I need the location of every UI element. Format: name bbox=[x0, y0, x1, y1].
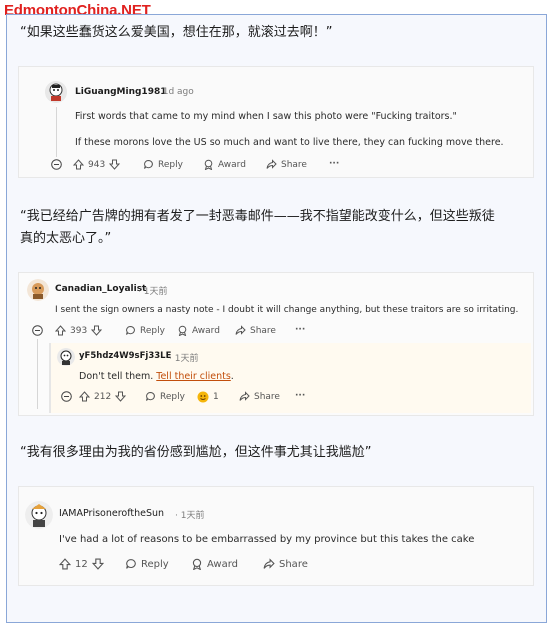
reply-icon bbox=[125, 325, 136, 336]
thread-line[interactable] bbox=[56, 107, 57, 157]
comment-time: · 1天前 bbox=[138, 287, 168, 297]
quote-2-line-2: 真的太恶心了。” bbox=[20, 231, 112, 246]
award-button[interactable]: Award bbox=[203, 159, 246, 170]
vote-controls: 393 bbox=[55, 325, 103, 336]
award-label: Award bbox=[218, 159, 246, 170]
reply-text-suffix: . bbox=[230, 371, 234, 382]
vote-controls: 212 bbox=[79, 391, 127, 402]
reply-button[interactable]: Reply bbox=[125, 325, 165, 336]
more-options-button[interactable]: ··· bbox=[295, 325, 305, 335]
downvote-icon[interactable] bbox=[115, 391, 127, 402]
collapse-button[interactable] bbox=[32, 325, 43, 336]
reply-icon bbox=[125, 558, 137, 570]
award-icon bbox=[191, 558, 203, 570]
quote-1: “如果这些蠢货这么爱美国，想住在那，就滚过去啊！” bbox=[20, 25, 333, 40]
reply-label: Reply bbox=[141, 558, 169, 570]
reply-username[interactable]: yF5hdz4W9sFj33LE bbox=[79, 351, 171, 361]
downvote-icon[interactable] bbox=[109, 159, 121, 170]
thread-line[interactable] bbox=[37, 339, 38, 409]
more-options-button[interactable]: ··· bbox=[329, 159, 339, 169]
reply-icon bbox=[145, 391, 156, 402]
share-button[interactable]: Share bbox=[235, 325, 276, 336]
share-icon bbox=[266, 159, 277, 170]
reply-label: Reply bbox=[160, 391, 185, 402]
award-count: 1 bbox=[213, 392, 219, 402]
comment-text-line-1: First words that came to my mind when I … bbox=[75, 111, 457, 122]
comment-time-text: 1天前 bbox=[143, 287, 168, 297]
award-label: Award bbox=[192, 325, 220, 336]
comment-text-line-2: If these morons love the US so much and … bbox=[75, 137, 504, 148]
reply-label: Reply bbox=[158, 159, 183, 170]
vote-count: 393 bbox=[70, 325, 88, 336]
award-icon bbox=[177, 325, 188, 336]
upvote-icon[interactable] bbox=[79, 391, 90, 402]
comment-username[interactable]: Canadian_Loyalist bbox=[55, 284, 146, 294]
reply-label: Reply bbox=[140, 325, 165, 336]
share-button[interactable]: Share bbox=[263, 558, 308, 570]
collapse-button[interactable] bbox=[61, 391, 72, 402]
share-icon bbox=[263, 558, 275, 570]
downvote-icon[interactable] bbox=[91, 558, 104, 570]
quote-2-line-1: “我已经给广告牌的拥有者发了一封恶毒邮件——我不指望能改变什么，但这些叛徒 bbox=[20, 209, 495, 224]
collapse-icon bbox=[51, 159, 62, 170]
comment-time: · 1d ago bbox=[157, 87, 194, 97]
share-button[interactable]: Share bbox=[266, 159, 307, 170]
comment-time: · 1天前 bbox=[175, 511, 205, 521]
comment-text: I sent the sign owners a nasty note - I … bbox=[55, 305, 519, 315]
comment-username[interactable]: LiGuangMing1981 bbox=[75, 87, 166, 97]
share-label: Share bbox=[281, 159, 307, 170]
award-icon bbox=[203, 159, 214, 170]
award-button[interactable]: 1 bbox=[197, 391, 219, 403]
comment-username[interactable]: IAMAPrisoneroftheSun bbox=[59, 508, 164, 519]
award-button[interactable]: Award bbox=[191, 558, 238, 570]
share-icon bbox=[239, 391, 250, 402]
comment-card-1: LiGuangMing1981 · 1d ago First words tha… bbox=[18, 66, 534, 178]
share-label: Share bbox=[279, 558, 308, 570]
upvote-icon[interactable] bbox=[55, 325, 66, 336]
share-label: Share bbox=[254, 391, 280, 402]
vote-controls: 12 bbox=[59, 558, 104, 570]
reply-card: yF5hdz4W9sFj33LE · 1天前 Don't tell them. … bbox=[49, 343, 531, 413]
reply-text-link[interactable]: Tell their clients bbox=[156, 371, 231, 382]
collapse-icon bbox=[32, 325, 43, 336]
reply-button[interactable]: Reply bbox=[143, 159, 183, 170]
quote-3: “我有很多理由为我的省份感到尴尬，但这件事尤其让我尴尬” bbox=[20, 445, 372, 460]
comment-text: I've had a lot of reasons to be embarras… bbox=[59, 534, 475, 545]
upvote-icon[interactable] bbox=[73, 159, 84, 170]
avatar[interactable] bbox=[25, 501, 53, 529]
reply-text: Don't tell them. Tell their clients. bbox=[79, 371, 234, 382]
share-label: Share bbox=[250, 325, 276, 336]
reply-time-text: 1天前 bbox=[174, 354, 199, 364]
comment-card-3: IAMAPrisoneroftheSun · 1天前 I've had a lo… bbox=[18, 486, 534, 586]
reply-time: · 1天前 bbox=[169, 354, 199, 364]
share-button[interactable]: Share bbox=[239, 391, 280, 402]
vote-controls: 943 bbox=[73, 159, 121, 170]
award-button[interactable]: Award bbox=[177, 325, 220, 336]
reply-icon bbox=[143, 159, 154, 170]
upvote-icon[interactable] bbox=[59, 558, 71, 570]
reply-button[interactable]: Reply bbox=[125, 558, 169, 570]
vote-count: 943 bbox=[88, 159, 106, 170]
more-options-button[interactable]: ··· bbox=[295, 391, 305, 401]
downvote-icon[interactable] bbox=[91, 325, 103, 336]
collapse-button[interactable] bbox=[51, 159, 62, 170]
share-icon bbox=[235, 325, 246, 336]
reply-button[interactable]: Reply bbox=[145, 391, 185, 402]
award-label: Award bbox=[207, 558, 239, 570]
comment-time-text: 1天前 bbox=[180, 511, 205, 521]
avatar[interactable] bbox=[27, 279, 49, 301]
comment-card-2: Canadian_Loyalist · 1天前 I sent the sign … bbox=[18, 272, 534, 416]
avatar[interactable] bbox=[57, 348, 75, 366]
avatar[interactable] bbox=[45, 81, 67, 103]
award-emoji-icon bbox=[197, 391, 209, 403]
vote-count: 12 bbox=[75, 558, 88, 570]
comment-time-text: 1d ago bbox=[162, 87, 194, 97]
vote-count: 212 bbox=[94, 391, 112, 402]
reply-text-prefix: Don't tell them. bbox=[79, 371, 157, 382]
collapse-icon bbox=[61, 391, 72, 402]
